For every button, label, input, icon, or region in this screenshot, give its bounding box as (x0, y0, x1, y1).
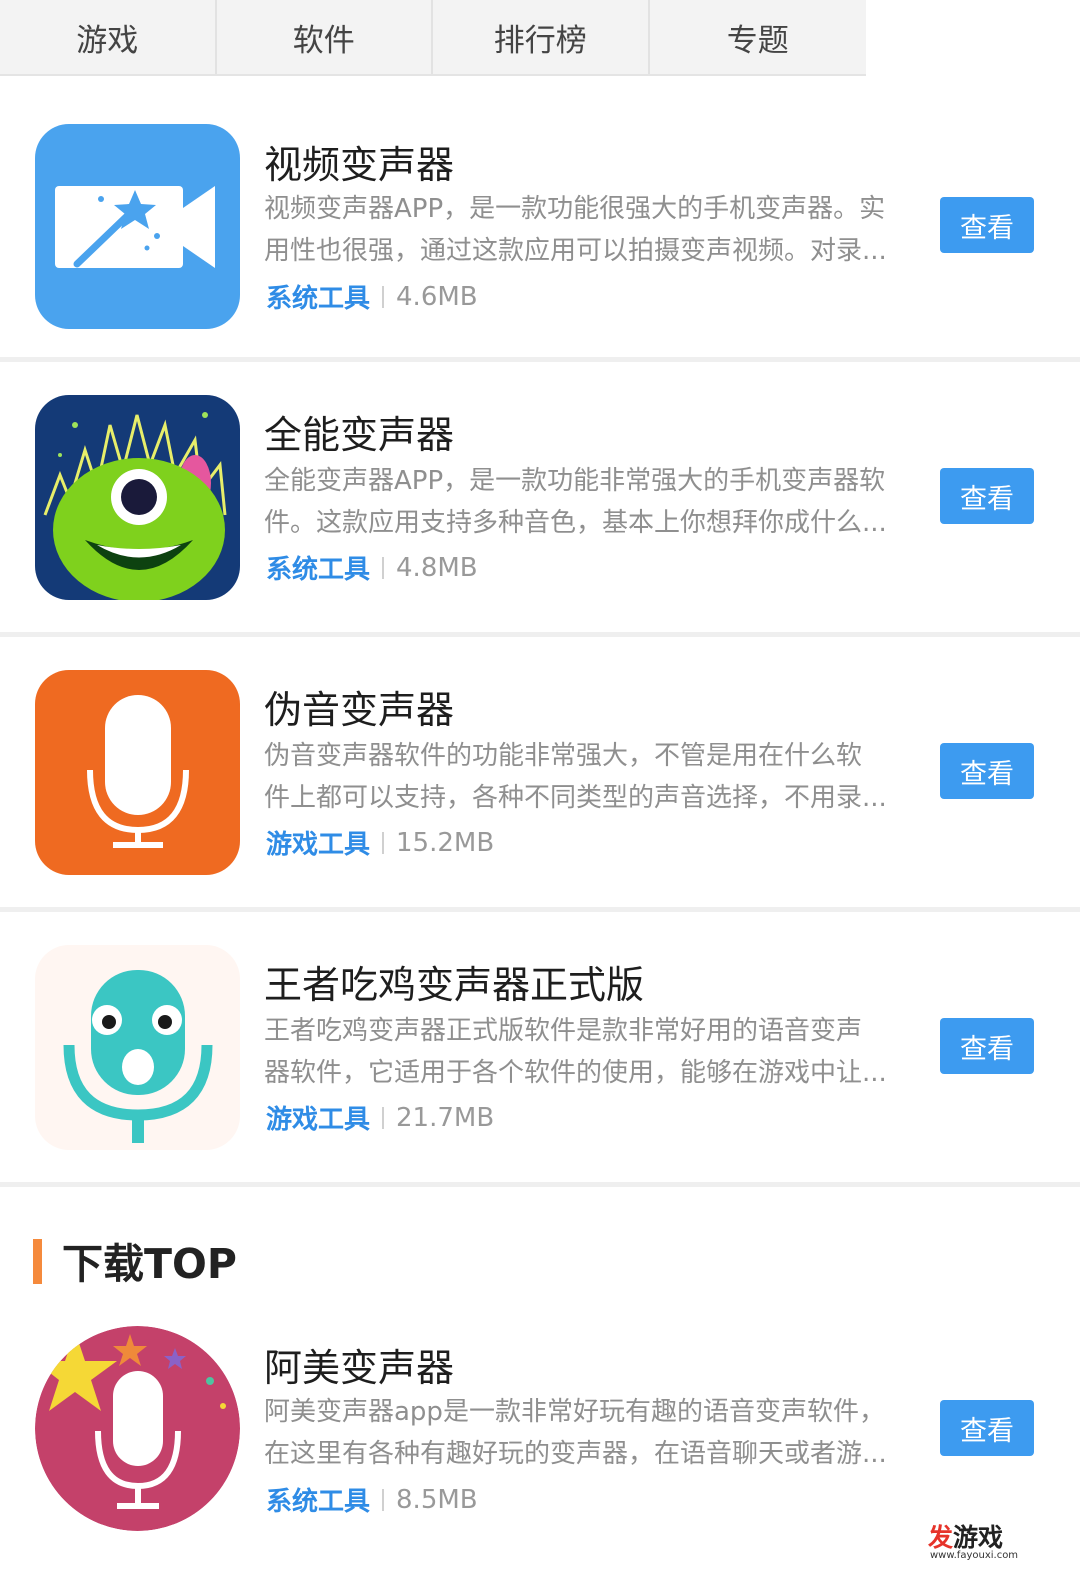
description-line-1: 伪音变声器软件的功能非常强大，不管是用在什么软 (264, 741, 863, 771)
watermark-url: www.fayouxi.com (930, 1550, 1019, 1561)
tab-games[interactable]: 游戏 (0, 0, 217, 74)
app-description: 视频变声器APP，是一款功能很强大的手机变声器。实 用性也很强，通过这款应用可以… (264, 188, 924, 272)
divider (382, 285, 385, 308)
list-item[interactable]: 全能变声器 全能变声器APP，是一款功能非常强大的手机变声器软 件。这款应用支持… (0, 362, 1080, 637)
category-label[interactable]: 系统工具 (266, 278, 370, 315)
microphone-icon[interactable] (35, 670, 240, 875)
list-item[interactable]: 伪音变声器 伪音变声器软件的功能非常强大，不管是用在什么软 件上都可以支持，各种… (0, 637, 1080, 912)
description-line-1: 王者吃鸡变声器正式版软件是款非常好用的语音变声 (264, 1016, 863, 1046)
app-title[interactable]: 视频变声器 (264, 134, 454, 189)
cartoon-microphone-face-icon[interactable] (35, 945, 240, 1150)
file-size: 4.6MB (396, 281, 478, 312)
app-title[interactable]: 阿美变声器 (264, 1337, 454, 1392)
description-line-2: 在这里有各种有趣好玩的变声器，在语音聊天或者游... (264, 1439, 887, 1469)
app-description: 全能变声器APP，是一款功能非常强大的手机变声器软 件。这款应用支持多种音色，基… (264, 460, 924, 544)
list-item[interactable]: 王者吃鸡变声器正式版 王者吃鸡变声器正式版软件是款非常好用的语音变声 器软件，它… (0, 912, 1080, 1187)
tab-software[interactable]: 软件 (216, 0, 433, 74)
app-list: 视频变声器 视频变声器APP，是一款功能很强大的手机变声器。实 用性也很强，通过… (0, 76, 1080, 1187)
star-microphone-icon[interactable] (35, 1326, 240, 1531)
divider (382, 1106, 385, 1129)
app-title[interactable]: 伪音变声器 (264, 679, 454, 734)
view-button[interactable]: 查看 (940, 1018, 1034, 1074)
app-title[interactable]: 全能变声器 (264, 404, 454, 459)
category-tabs: 游戏 软件 排行榜 专题 (0, 0, 866, 76)
divider (382, 1488, 385, 1511)
app-meta: 游戏工具 15.2MB (266, 824, 494, 861)
app-description: 王者吃鸡变声器正式版软件是款非常好用的语音变声 器软件，它适用于各个软件的使用，… (264, 1010, 924, 1094)
app-meta: 系统工具 8.5MB (266, 1481, 478, 1518)
description-line-1: 全能变声器APP，是一款功能非常强大的手机变声器软 (264, 466, 886, 496)
description-line-2: 件上都可以支持，各种不同类型的声音选择，不用录... (264, 783, 887, 813)
watermark-rest: 游戏 (953, 1523, 1004, 1552)
view-button[interactable]: 查看 (940, 743, 1034, 799)
app-meta: 系统工具 4.8MB (266, 549, 478, 586)
view-button[interactable]: 查看 (940, 1400, 1034, 1456)
view-button[interactable]: 查看 (940, 468, 1034, 524)
app-description: 伪音变声器软件的功能非常强大，不管是用在什么软 件上都可以支持，各种不同类型的声… (264, 735, 924, 819)
tab-ranking[interactable]: 排行榜 (433, 0, 650, 74)
list-item[interactable]: 阿美变声器 阿美变声器app是一款非常好玩有趣的语音变声软件， 在这里有各种有趣… (0, 1307, 1080, 1582)
category-label[interactable]: 系统工具 (266, 549, 370, 586)
video-camera-magic-icon[interactable] (35, 124, 240, 329)
divider (382, 556, 385, 579)
description-line-1: 阿美变声器app是一款非常好玩有趣的语音变声软件， (264, 1397, 885, 1427)
section-title: 下载TOP (62, 1240, 237, 1288)
file-size: 15.2MB (396, 827, 495, 858)
app-meta: 系统工具 4.6MB (266, 278, 478, 315)
watermark-logo: 发游戏 www.fayouxi.com (928, 1518, 1038, 1564)
description-line-2: 用性也很强，通过这款应用可以拍摄变声视频。对录... (264, 236, 887, 266)
download-top-section: 下载TOP (0, 1192, 1080, 1307)
category-label[interactable]: 游戏工具 (266, 1099, 370, 1136)
green-monster-icon[interactable] (35, 395, 240, 600)
description-line-1: 视频变声器APP，是一款功能很强大的手机变声器。实 (264, 194, 886, 224)
description-line-2: 件。这款应用支持多种音色，基本上你想拜你成什么... (264, 508, 887, 538)
file-size: 8.5MB (396, 1484, 478, 1515)
section-accent-bar (33, 1239, 42, 1284)
watermark-accent: 发 (928, 1523, 954, 1552)
app-description: 阿美变声器app是一款非常好玩有趣的语音变声软件， 在这里有各种有趣好玩的变声器… (264, 1391, 924, 1475)
file-size: 4.8MB (396, 552, 478, 583)
category-label[interactable]: 游戏工具 (266, 824, 370, 861)
view-button[interactable]: 查看 (940, 197, 1034, 253)
page: 游戏 软件 排行榜 专题 视频变声器 视频变声器APP，是一款功能很强大的手机变… (0, 0, 1080, 1589)
watermark-text: 发游戏 (928, 1518, 1003, 1554)
tab-topics[interactable]: 专题 (649, 0, 866, 74)
app-title[interactable]: 王者吃鸡变声器正式版 (264, 954, 644, 1009)
description-line-2: 器软件，它适用于各个软件的使用，能够在游戏中让... (264, 1058, 887, 1088)
category-label[interactable]: 系统工具 (266, 1481, 370, 1518)
file-size: 21.7MB (396, 1102, 495, 1133)
divider (382, 831, 385, 854)
app-meta: 游戏工具 21.7MB (266, 1099, 494, 1136)
list-item[interactable]: 视频变声器 视频变声器APP，是一款功能很强大的手机变声器。实 用性也很强，通过… (0, 76, 1080, 362)
